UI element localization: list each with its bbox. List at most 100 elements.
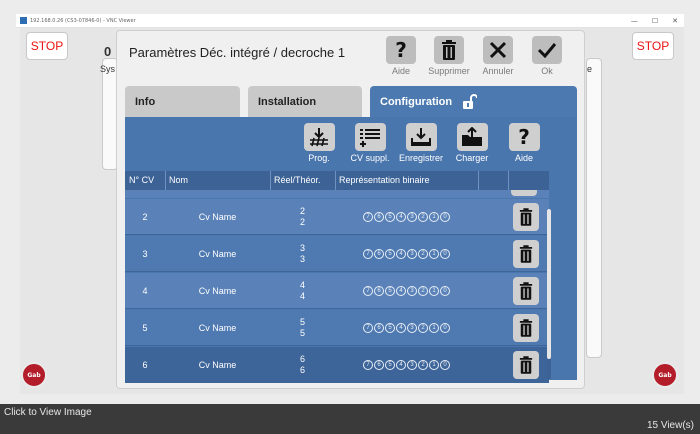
bit-toggle[interactable]: 3 — [407, 286, 417, 296]
cv-values: 22 — [270, 199, 335, 235]
bit-toggle[interactable]: 3 — [407, 212, 417, 222]
cancel-button[interactable]: Annuler — [478, 36, 518, 80]
cv-real-value: 6 — [299, 354, 305, 364]
bit-toggle[interactable]: 0 — [440, 212, 450, 222]
table-row[interactable]: 3 Cv Name 3 3 7 6 5 4 3 2 1 0 — [125, 236, 549, 272]
help-button-label: Aide — [391, 66, 410, 76]
table-row[interactable]: 5 Cv Name 5 5 7 6 5 4 3 2 1 0 — [125, 310, 549, 346]
bit-toggle[interactable]: 5 — [385, 360, 395, 370]
row-delete-button[interactable] — [508, 310, 544, 346]
cv-real-value: 2 — [299, 206, 305, 216]
bit-toggle[interactable]: 4 — [396, 323, 406, 333]
cv-number: 4 — [142, 286, 148, 296]
bit-toggle[interactable]: 3 — [407, 249, 417, 259]
row-delete-button[interactable] — [508, 236, 544, 272]
cv-values: 33 — [270, 236, 335, 272]
bit-toggle[interactable]: 2 — [418, 360, 428, 370]
bit-toggle[interactable]: 4 — [396, 249, 406, 259]
status-badge-left[interactable]: Gab — [21, 362, 47, 388]
bit-toggle[interactable]: 2 — [418, 212, 428, 222]
panel-help-button[interactable]: ? Aide — [497, 123, 551, 163]
save-button-label: Enregistrer — [398, 153, 443, 163]
bit-toggle[interactable]: 3 — [407, 323, 417, 333]
help-button[interactable]: ? Aide — [381, 36, 421, 80]
bit-toggle[interactable]: 6 — [374, 323, 384, 333]
tab-info[interactable]: Info — [125, 86, 240, 117]
row-delete-button-partial[interactable] — [511, 190, 537, 196]
background-fragment: e — [587, 64, 593, 74]
minimize-icon[interactable]: — — [631, 17, 638, 25]
column-header-name: Nom — [169, 175, 189, 185]
check-icon — [537, 43, 557, 58]
load-button[interactable]: Charger — [445, 123, 499, 163]
cv-real-value: 3 — [299, 243, 305, 253]
bit-toggle[interactable]: 2 — [418, 249, 428, 259]
row-delete-button[interactable] — [508, 347, 544, 383]
cv-theor-value: 5 — [299, 328, 305, 338]
list-plus-icon — [360, 129, 380, 147]
cv-table-header: N° CV Nom Réel/Théor. Représentation bin… — [125, 171, 549, 190]
bit-toggle[interactable]: 1 — [429, 286, 439, 296]
trash-icon — [442, 40, 456, 60]
vnc-window-title: 192.168.0.26 (CS3-07846-0) - VNC Viewer — [30, 17, 136, 24]
background-fragment: Sys — [100, 64, 116, 74]
maximize-icon[interactable]: ☐ — [652, 17, 658, 25]
tab-configuration[interactable]: Configuration — [370, 86, 577, 117]
cv-suppl-button-label: CV suppl. — [350, 153, 390, 163]
bit-toggle[interactable]: 6 — [374, 212, 384, 222]
cv-suppl-button[interactable]: CV suppl. — [343, 123, 397, 163]
bit-toggle[interactable]: 5 — [385, 286, 395, 296]
cv-theor-value: 3 — [299, 254, 305, 264]
table-row[interactable]: 2 Cv Name 2 2 7 6 5 4 3 2 1 0 — [125, 199, 549, 235]
status-badge-right[interactable]: Gab — [652, 362, 678, 388]
prog-button[interactable]: Prog. — [292, 123, 346, 163]
bit-toggle[interactable]: 5 — [385, 323, 395, 333]
ok-button[interactable]: Ok — [527, 36, 567, 80]
bit-toggle[interactable]: 1 — [429, 249, 439, 259]
bit-toggle[interactable]: 5 — [385, 249, 395, 259]
cv-name: Cv Name — [198, 249, 237, 259]
binary-representation: 76543210 — [335, 273, 478, 309]
bit-toggle[interactable]: 4 — [396, 212, 406, 222]
bit-toggle[interactable]: 4 — [396, 360, 406, 370]
trash-icon — [519, 245, 533, 263]
bit-toggle[interactable]: 7 — [363, 323, 373, 333]
bit-toggle[interactable]: 1 — [429, 323, 439, 333]
bit-toggle[interactable]: 2 — [418, 323, 428, 333]
bit-toggle[interactable]: 0 — [440, 286, 450, 296]
x-icon — [489, 41, 507, 59]
table-row[interactable]: 4 Cv Name 4 4 7 6 5 4 3 2 1 0 — [125, 273, 549, 309]
save-button[interactable]: Enregistrer — [394, 123, 448, 163]
cv-values: 55 — [270, 310, 335, 346]
bit-toggle[interactable]: 5 — [385, 212, 395, 222]
bit-toggle[interactable]: 1 — [429, 212, 439, 222]
bit-toggle[interactable]: 6 — [374, 249, 384, 259]
bit-toggle[interactable]: 1 — [429, 360, 439, 370]
bit-toggle[interactable]: 3 — [407, 360, 417, 370]
stop-button-right[interactable]: STOP — [632, 32, 674, 60]
delete-button[interactable]: Supprimer — [428, 36, 470, 80]
bit-toggle[interactable]: 6 — [374, 286, 384, 296]
close-icon[interactable]: ✕ — [672, 17, 678, 25]
bit-toggle[interactable]: 0 — [440, 323, 450, 333]
cv-number: 2 — [142, 212, 148, 222]
configuration-panel: Prog. CV suppl. Enregistrer Charger ? Ai… — [125, 117, 577, 383]
row-delete-button[interactable] — [508, 199, 544, 235]
scrollbar-thumb[interactable] — [547, 209, 551, 359]
row-delete-button[interactable] — [508, 273, 544, 309]
table-row[interactable]: 6 Cv Name 6 6 7 6 5 4 3 2 1 0 — [125, 347, 549, 383]
tab-installation[interactable]: Installation — [248, 86, 362, 117]
bit-toggle[interactable]: 7 — [363, 212, 373, 222]
click-to-view-link[interactable]: Click to View Image — [4, 407, 92, 418]
bit-toggle[interactable]: 0 — [440, 360, 450, 370]
bit-toggle[interactable]: 0 — [440, 249, 450, 259]
bit-toggle[interactable]: 2 — [418, 286, 428, 296]
bit-toggle[interactable]: 7 — [363, 360, 373, 370]
background-fragment: 0 — [104, 44, 112, 59]
vnc-titlebar: 192.168.0.26 (CS3-07846-0) - VNC Viewer … — [16, 14, 684, 28]
bit-toggle[interactable]: 6 — [374, 360, 384, 370]
bit-toggle[interactable]: 7 — [363, 286, 373, 296]
bit-toggle[interactable]: 4 — [396, 286, 406, 296]
stop-button-left[interactable]: STOP — [26, 32, 68, 60]
bit-toggle[interactable]: 7 — [363, 249, 373, 259]
